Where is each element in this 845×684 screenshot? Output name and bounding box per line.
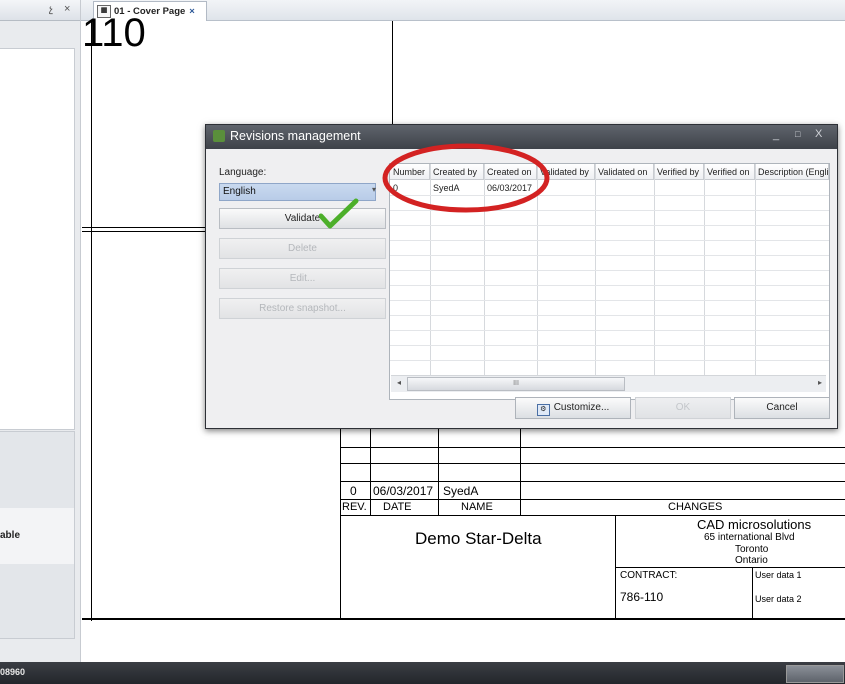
maximize-icon[interactable]: □ bbox=[795, 129, 800, 139]
pin-icon[interactable]: չ bbox=[49, 4, 53, 15]
dialog-title: Revisions management bbox=[230, 129, 361, 143]
left-panel-header: չ × bbox=[0, 0, 80, 21]
left-panel-property-label: able bbox=[0, 530, 21, 541]
language-label: Language: bbox=[219, 167, 267, 178]
highlight-circle bbox=[382, 143, 550, 213]
tb-line bbox=[340, 515, 845, 516]
user-data-1: User data 1 bbox=[755, 570, 802, 580]
grid-row-line bbox=[390, 300, 829, 301]
rev-value: 0 bbox=[350, 484, 357, 498]
grid-row-line bbox=[390, 270, 829, 271]
contract-label: CONTRACT: bbox=[620, 570, 678, 581]
grid-row-line bbox=[390, 225, 829, 226]
tb-line bbox=[615, 567, 845, 568]
close-icon[interactable]: X bbox=[815, 128, 822, 140]
company-name: CAD microsolutions bbox=[697, 517, 812, 532]
minimize-icon[interactable]: _ bbox=[773, 129, 779, 141]
language-value: English bbox=[223, 186, 256, 197]
checkmark-icon bbox=[319, 198, 359, 229]
status-zoom-slider[interactable] bbox=[786, 665, 844, 683]
tab-close-icon[interactable]: × bbox=[189, 6, 195, 17]
customize-label: Customize... bbox=[553, 402, 610, 413]
scrollbar-thumb[interactable]: III bbox=[407, 377, 625, 391]
delete-button[interactable]: Delete bbox=[219, 238, 386, 259]
tb-line bbox=[340, 499, 845, 500]
changes-header: CHANGES bbox=[668, 501, 723, 513]
panel-close-icon[interactable]: × bbox=[64, 3, 70, 15]
cancel-button[interactable]: Cancel bbox=[734, 397, 830, 419]
sheet-number: 110 bbox=[82, 11, 146, 55]
scroll-left-icon[interactable]: ◂ bbox=[397, 378, 401, 387]
tb-line bbox=[370, 427, 371, 516]
grid-row-line bbox=[390, 345, 829, 346]
status-bar bbox=[0, 662, 845, 684]
customize-icon: ⚙ bbox=[536, 404, 550, 416]
date-header: DATE bbox=[383, 501, 412, 513]
grid-row-line bbox=[390, 330, 829, 331]
column-header[interactable]: Description (Engli bbox=[755, 164, 829, 180]
tb-line bbox=[520, 427, 521, 516]
tb-line bbox=[438, 427, 439, 516]
grid-row-line bbox=[390, 255, 829, 256]
rev-name-value: SyedA bbox=[443, 484, 479, 498]
grid-row-line bbox=[390, 360, 829, 361]
tb-line bbox=[340, 463, 845, 464]
company-province: Ontario bbox=[735, 555, 768, 566]
project-title: Demo Star-Delta bbox=[415, 529, 542, 548]
ok-button[interactable]: OK bbox=[635, 397, 731, 419]
restore-snapshot-button[interactable]: Restore snapshot... bbox=[219, 298, 386, 319]
frame-left-line bbox=[91, 21, 92, 621]
user-data-2: User data 2 bbox=[755, 594, 802, 604]
validate-button[interactable]: Validate bbox=[219, 208, 386, 229]
revisions-app-icon bbox=[213, 130, 225, 142]
company-city: Toronto bbox=[735, 544, 769, 555]
rev-header: REV. bbox=[342, 501, 367, 513]
tb-line bbox=[340, 481, 845, 482]
frame-bottom-line bbox=[82, 618, 845, 620]
edit-button[interactable]: Edit... bbox=[219, 268, 386, 289]
customize-button[interactable]: ⚙ Customize... bbox=[515, 397, 631, 419]
scroll-right-icon[interactable]: ▸ bbox=[818, 378, 822, 387]
company-address: 65 international Blvd bbox=[704, 532, 795, 543]
grid-row-line bbox=[390, 240, 829, 241]
left-panel-tree bbox=[0, 48, 75, 430]
grid-row-line bbox=[390, 285, 829, 286]
grid-row-line bbox=[390, 315, 829, 316]
chevron-down-icon[interactable]: ▾ bbox=[372, 185, 376, 194]
status-text: 08960 bbox=[0, 667, 26, 677]
tb-line bbox=[752, 567, 753, 619]
name-header: NAME bbox=[461, 501, 493, 513]
rev-date-value: 06/03/2017 bbox=[373, 484, 434, 498]
tb-line bbox=[340, 447, 845, 448]
contract-value: 786-110 bbox=[620, 590, 664, 604]
tb-line bbox=[340, 427, 341, 619]
